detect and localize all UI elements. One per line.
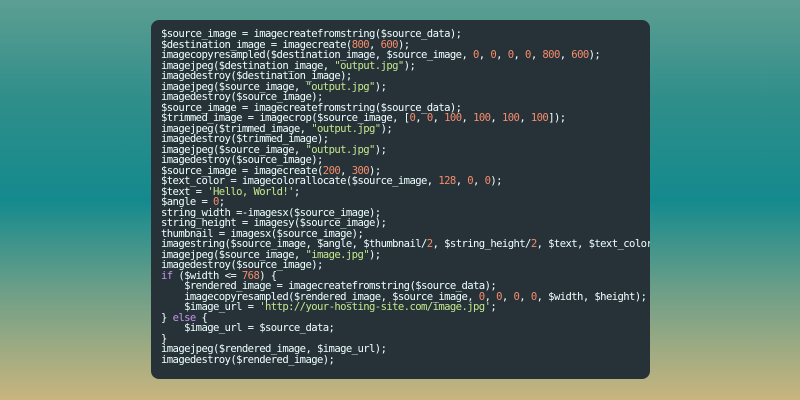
code-token: ,	[496, 49, 508, 61]
code-token: 800	[542, 49, 560, 61]
code-token: 128	[438, 175, 456, 187]
code-line: $text = 'Hello, World!';	[161, 185, 650, 198]
code-token: ]);	[548, 112, 566, 124]
code-block[interactable]: $source_image = imagecreatefromstring($s…	[161, 29, 650, 365]
code-token: );	[588, 49, 601, 61]
code-window: $source_image = imagecreatefromstring($s…	[151, 20, 650, 379]
code-token: 'http://your-hosting-site.com/image.jpg'	[259, 301, 491, 313]
code-token: ,	[519, 112, 531, 124]
code-token: ;	[490, 301, 497, 313]
code-token: 100	[473, 112, 491, 124]
code-token: , $width, $height);	[536, 290, 647, 303]
code-line: $image_url = $source_data;	[161, 323, 650, 334]
code-token: , $text, $text_color);	[536, 238, 650, 250]
code-token: 600	[571, 49, 589, 61]
code-token: ,	[455, 175, 468, 187]
code-token: ,	[490, 112, 502, 124]
code-token: , $string_height/	[432, 238, 532, 250]
code-token: 100	[530, 112, 549, 124]
code-token: ,	[513, 49, 526, 61]
code-token: ,	[461, 112, 474, 124]
code-token: ,	[432, 112, 445, 124]
code-token: $image_url = $source_data;	[161, 322, 335, 334]
code-line: imagedestroy($rendered_image);	[161, 353, 650, 366]
code-token: );	[380, 122, 393, 135]
code-token: );	[403, 59, 416, 72]
code-token: ,	[501, 290, 514, 303]
code-token: 100	[444, 112, 462, 124]
code-token: );	[374, 80, 387, 93]
code-token: );	[374, 143, 387, 156]
code-token: ,	[519, 290, 531, 303]
code-token: imagedestroy($rendered_image);	[161, 353, 335, 366]
code-token: ;	[293, 185, 300, 198]
code-token: ,	[530, 49, 543, 61]
code-token: ,	[415, 112, 427, 124]
code-token: 100	[501, 112, 520, 124]
code-token: ,	[473, 175, 485, 187]
code-token: ,	[559, 49, 572, 61]
code-token: );	[369, 248, 381, 261]
code-token: ,	[478, 49, 491, 61]
code-token: );	[490, 175, 502, 187]
code-line: $image_url = 'http://your-hosting-site.c…	[161, 302, 650, 313]
